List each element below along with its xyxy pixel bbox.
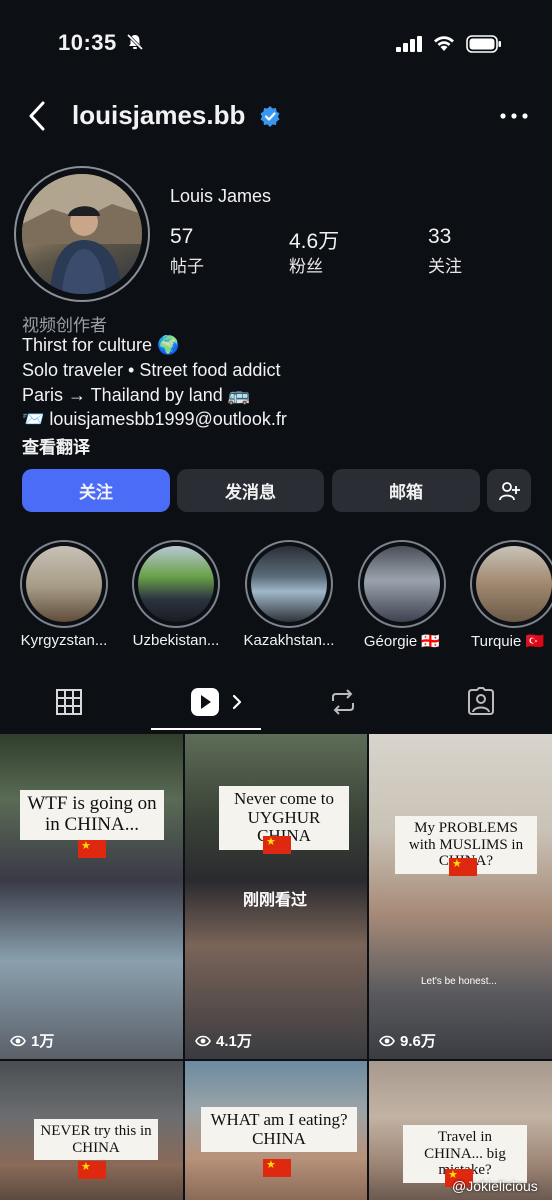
follow-button[interactable]: 关注 — [22, 469, 170, 512]
active-tab-indicator — [151, 728, 261, 730]
email-button[interactable]: 邮箱 — [332, 469, 480, 512]
add-user-button[interactable] — [487, 469, 531, 512]
battery-icon — [466, 35, 501, 53]
reel-thumbnail[interactable]: WHAT am I eating? CHINA — [185, 1061, 367, 1200]
highlight-kazakhstan-image[interactable] — [251, 546, 327, 622]
highlight-georgie-image[interactable] — [364, 546, 440, 622]
highlight-label[interactable]: Kazakhstan... — [234, 632, 344, 649]
reel-thumbnail[interactable]: NEVER try this in CHINA — [0, 1061, 183, 1200]
watermark: @Jokielicious — [452, 1178, 538, 1194]
reel-caption: WTF is going on in CHINA... — [20, 790, 164, 840]
highlight-uzbekistan-image[interactable] — [138, 546, 214, 622]
bio-line: Paris → Thailand by land 🚌 — [22, 385, 251, 405]
back-arrow-icon[interactable] — [26, 100, 48, 132]
china-flag — [449, 857, 477, 876]
posts-label[interactable]: 帖子 — [170, 252, 204, 277]
play-icon — [195, 1035, 211, 1046]
grid-icon[interactable] — [54, 687, 84, 717]
reel-caption: WHAT am I eating? CHINA — [201, 1107, 357, 1153]
status-time: 10:35 — [58, 30, 117, 55]
play-icon — [379, 1035, 395, 1046]
tagged-icon[interactable] — [466, 687, 496, 717]
bell-muted-icon — [126, 33, 144, 51]
more-options-icon[interactable] — [500, 113, 528, 119]
wifi-icon — [434, 36, 454, 51]
cellular-signal-icon — [396, 36, 422, 52]
bio-email-line[interactable]: 📨 louisjamesbb1999@outlook.fr — [22, 409, 287, 430]
bio-line: Solo traveler • Street food addict — [22, 360, 281, 380]
reels-icon[interactable] — [190, 687, 246, 717]
reposts-icon[interactable] — [328, 687, 358, 717]
highlight-kyrgyzstan-image[interactable] — [26, 546, 102, 622]
play-icon — [10, 1035, 26, 1046]
highlight-turquie-image[interactable] — [476, 546, 552, 622]
followers-label[interactable]: 粉丝 — [289, 252, 323, 277]
china-flag — [78, 1160, 106, 1179]
reel-caption: NEVER try this in CHINA — [34, 1119, 158, 1160]
china-flag — [263, 835, 291, 854]
bio-line: Thirst for culture 🌍 — [22, 335, 180, 355]
recently-watched-label: 刚刚看过 — [243, 892, 308, 909]
highlight-label[interactable]: Géorgie 🇬🇪 — [347, 632, 457, 650]
verified-badge-icon — [260, 106, 280, 127]
display-name: Louis James — [170, 186, 272, 206]
see-translation-link[interactable]: 查看翻译 — [22, 433, 90, 458]
highlight-label[interactable]: Uzbekistan... — [121, 632, 231, 649]
profile-username: louisjames.bb — [72, 100, 246, 130]
following-count[interactable]: 33 — [428, 225, 451, 249]
reel-subtitle: Let's be honest... — [421, 976, 497, 987]
reel-views: 9.6万 — [379, 1030, 436, 1051]
posts-count[interactable]: 57 — [170, 225, 193, 249]
highlight-label[interactable]: Turquie 🇹🇷 — [459, 632, 552, 650]
add-user-icon — [499, 481, 520, 500]
reel-thumbnail[interactable]: WTF is going on in CHINA... 1万 — [0, 734, 183, 1059]
reel-views: 1万 — [10, 1030, 54, 1051]
highlight-label[interactable]: Kyrgyzstan... — [9, 632, 119, 649]
following-label[interactable]: 关注 — [428, 252, 462, 277]
followers-count[interactable]: 4.6万 — [289, 225, 339, 255]
profile-category: 视频创作者 — [22, 316, 107, 335]
reel-views: 4.1万 — [195, 1030, 252, 1051]
reel-thumbnail[interactable]: My PROBLEMS with MUSLIMS in CHINA? Let's… — [369, 734, 552, 1059]
china-flag — [78, 839, 106, 858]
china-flag — [263, 1158, 291, 1177]
message-button[interactable]: 发消息 — [177, 469, 324, 512]
reel-thumbnail[interactable]: Never come to UYGHUR CHINA 刚刚看过 4.1万 — [185, 734, 367, 1059]
avatar[interactable] — [22, 174, 142, 294]
